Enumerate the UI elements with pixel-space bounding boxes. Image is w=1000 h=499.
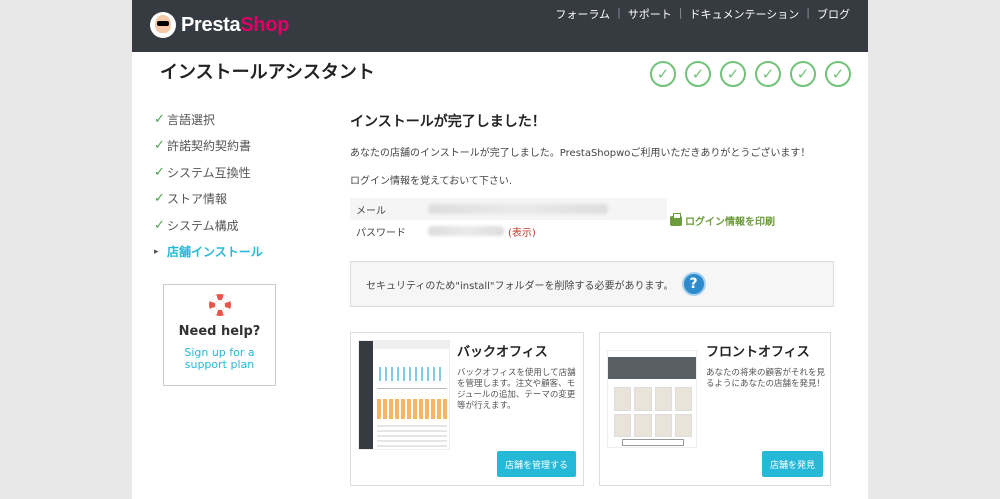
sidebar-item-language: ✓ 言語選択 xyxy=(154,111,216,127)
prestashop-logo[interactable]: PrestaShop xyxy=(150,12,289,38)
printer-icon xyxy=(670,212,682,226)
email-row: メール xyxy=(350,198,667,220)
email-value-redacted xyxy=(428,204,608,214)
security-alert: セキュリティのため"install"フォルダーを削除する必要があります。 ? xyxy=(350,261,834,307)
help-box: Need help? Sign up for a support plan xyxy=(163,284,276,386)
credentials-table: メール パスワード (表示) xyxy=(350,198,667,242)
logo-text: PrestaShop xyxy=(181,13,290,36)
sidebar-item-system-config: ✓ システム構成 xyxy=(154,217,239,233)
completion-heading: インストールが完了しました！ xyxy=(350,114,546,130)
password-value-redacted xyxy=(428,226,504,236)
check-icon: ✓ xyxy=(154,138,165,154)
sidebar-item-store-install: ▸ 店舗インストール xyxy=(154,245,263,260)
sidebar-steps: ✓ 言語選択 ✓ 許諾契約契約書 ✓ システム互換性 ✓ ストア情報 ✓ システム構成 ▸… xyxy=(154,106,263,265)
show-password-link[interactable]: (表示) xyxy=(508,224,536,239)
page-title: インストールアシスタント xyxy=(160,62,375,83)
manage-store-button[interactable]: 店舗を管理する xyxy=(496,451,576,477)
sidebar-item-license: ✓ 許諾契約契約書 xyxy=(154,138,252,154)
help-question-icon[interactable]: ? xyxy=(681,272,706,296)
help-title: Need help? xyxy=(178,324,261,339)
front-office-screenshot xyxy=(607,350,697,448)
main-content: インストールが完了しました！ あなたの店舗のインストールが完了しました。Pres… xyxy=(350,0,850,499)
discover-store-button[interactable]: 店舗を発見 xyxy=(761,451,823,477)
check-icon: ✓ xyxy=(154,164,165,180)
back-office-screenshot xyxy=(358,340,450,450)
back-office-card: バックオフィス バックオフィスを使用して店舗を管理します。注文や顧客、モジュール… xyxy=(350,332,584,486)
completion-message: あなたの店舗のインストールが完了しました。PrestaShopwoご利用いただき… xyxy=(350,148,811,159)
front-office-title: フロントオフィス xyxy=(706,345,810,360)
front-office-desc: あなたの将来の顧客がそれを見るようにあなたの店舗を発見！ xyxy=(706,368,826,389)
check-icon: ✓ xyxy=(154,111,165,127)
password-row: パスワード (表示) xyxy=(350,220,667,242)
puffin-logo-icon xyxy=(150,12,176,38)
password-label: パスワード xyxy=(356,227,406,239)
login-reminder: ログイン情報を覚えておいて下さい. xyxy=(350,176,513,187)
alert-text: セキュリティのため"install"フォルダーを削除する必要があります。 xyxy=(366,280,674,292)
lifebuoy-icon xyxy=(208,294,231,316)
back-office-desc: バックオフィスを使用して店舗を管理します。注文や顧客、モジュールの追加、テーマの… xyxy=(457,368,576,411)
front-office-card: フロントオフィス あなたの将来の顧客がそれを見るようにあなたの店舗を発見！ 店舗… xyxy=(599,332,831,486)
current-step-icon: ▸ xyxy=(154,246,159,257)
sidebar-item-compatibility: ✓ システム互換性 xyxy=(154,164,251,180)
sidebar-item-store-info: ✓ ストア情報 xyxy=(154,191,228,207)
install-page: PrestaShop フォーラム | サポート | ドキュメンテーション | ブ… xyxy=(132,0,868,499)
check-icon: ✓ xyxy=(154,191,165,207)
print-credentials-link[interactable]: ログイン情報を印刷 xyxy=(670,212,775,228)
back-office-title: バックオフィス xyxy=(457,345,548,360)
support-plan-link[interactable]: Sign up for a support plan xyxy=(164,347,275,371)
check-icon: ✓ xyxy=(154,217,165,233)
email-label: メール xyxy=(356,205,386,217)
